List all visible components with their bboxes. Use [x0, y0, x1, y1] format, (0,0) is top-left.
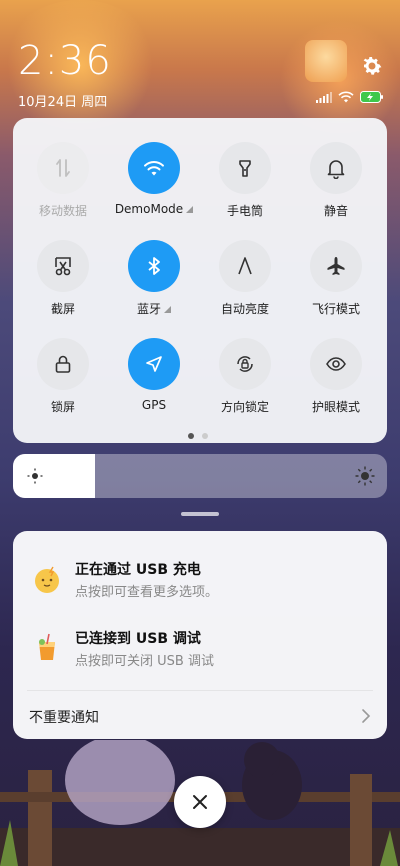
tile-label: 护眼模式: [311, 400, 360, 414]
settings-gear-icon[interactable]: [360, 54, 384, 78]
screenshot-scissors-icon: [55, 257, 71, 276]
tile-eye-care[interactable]: 护眼模式: [291, 338, 381, 415]
rotation-lock-toggle[interactable]: [219, 338, 271, 390]
brightness-high-icon: [355, 466, 375, 486]
divider: [27, 690, 373, 691]
page-indicator[interactable]: [188, 433, 208, 439]
gps-toggle[interactable]: [128, 338, 180, 390]
tile-label: 方向锁定: [220, 400, 269, 414]
tile-screenshot[interactable]: 截屏: [18, 240, 108, 317]
auto-brightness-toggle[interactable]: [219, 240, 271, 292]
auto-brightness-icon: [238, 257, 252, 275]
page-dot[interactable]: [202, 433, 208, 439]
tile-label: 蓝牙: [109, 300, 199, 317]
tile-label: 锁屏: [50, 400, 75, 414]
tile-label: 截屏: [50, 302, 75, 316]
tile-label: GPS: [141, 398, 167, 412]
lock-icon: [55, 355, 71, 373]
clock-time: 2:36: [18, 38, 112, 84]
juice-cup-icon: [39, 633, 55, 660]
airplane-icon: [327, 257, 345, 275]
tile-gps[interactable]: GPS: [109, 338, 199, 412]
location-arrow-icon: [146, 356, 162, 372]
flashlight-toggle[interactable]: [219, 142, 271, 194]
chevron-right-icon[interactable]: [359, 707, 373, 725]
tile-rotation-lock[interactable]: 方向锁定: [200, 338, 290, 415]
notification-usb-debugging[interactable]: 已连接到 USB 调试 点按即可关闭 USB 调试: [13, 620, 387, 680]
bluetooth-toggle[interactable]: [128, 240, 180, 292]
brightness-slider[interactable]: [13, 454, 387, 498]
tile-flashlight[interactable]: 手电筒: [200, 142, 290, 219]
mute-toggle[interactable]: [310, 142, 362, 194]
bell-icon: [327, 160, 345, 179]
status-icons: [316, 91, 384, 103]
tile-label: 静音: [323, 204, 348, 218]
tile-label: DemoMode: [109, 202, 199, 216]
close-icon: [193, 795, 207, 809]
tile-mobile-data[interactable]: 移动数据: [18, 142, 108, 219]
tile-mute[interactable]: 静音: [291, 142, 381, 219]
bluetooth-icon: [148, 257, 160, 275]
wifi-status-icon: [338, 91, 354, 103]
tile-airplane[interactable]: 飞行模式: [291, 240, 381, 317]
more-options-indicator-icon: [186, 206, 194, 213]
notification-title: 已连接到 USB 调试: [75, 631, 201, 647]
quick-settings-panel: 移动数据 DemoMode 手电筒 静音 截屏 蓝牙 自动亮度 飞行模式 锁屏 …: [13, 118, 387, 443]
lock-screen-toggle[interactable]: [37, 338, 89, 390]
battery-charging-icon: [360, 91, 383, 103]
notification-subtitle: 点按即可关闭 USB 调试: [75, 654, 214, 669]
drag-handle[interactable]: [181, 512, 219, 516]
tile-lock-screen[interactable]: 锁屏: [18, 338, 108, 415]
tile-auto-brightness[interactable]: 自动亮度: [200, 240, 290, 317]
clock-date: 10月24日 周四: [18, 95, 108, 110]
brightness-low-icon: [27, 468, 43, 484]
tile-bluetooth[interactable]: 蓝牙: [109, 240, 199, 317]
tile-wifi[interactable]: DemoMode: [109, 142, 199, 216]
close-button[interactable]: [174, 776, 226, 828]
wallpaper-lantern: [305, 40, 347, 82]
tile-label: 自动亮度: [220, 302, 269, 316]
flashlight-icon: [239, 160, 251, 177]
rotation-lock-icon: [237, 356, 253, 372]
unimportant-notifications-label[interactable]: 不重要通知: [29, 707, 99, 727]
notification-card: 正在通过 USB 充电 点按即可查看更多选项。 已连接到 USB 调试 点按即可…: [13, 531, 387, 739]
page-dot-active[interactable]: [188, 433, 194, 439]
wifi-toggle[interactable]: [128, 142, 180, 194]
tile-label: 手电筒: [226, 204, 263, 218]
eye-care-toggle[interactable]: [310, 338, 362, 390]
tile-label: 移动数据: [38, 204, 87, 218]
eye-icon: [326, 357, 346, 371]
screenshot-toggle[interactable]: [37, 240, 89, 292]
wifi-icon: [144, 161, 164, 176]
mobile-data-toggle[interactable]: [37, 142, 89, 194]
more-options-indicator-icon: [164, 306, 171, 313]
airplane-toggle[interactable]: [310, 240, 362, 292]
notification-subtitle: 点按即可查看更多选项。: [75, 585, 219, 600]
notification-title: 正在通过 USB 充电: [75, 562, 201, 578]
notification-usb-charging[interactable]: 正在通过 USB 充电 点按即可查看更多选项。: [13, 551, 387, 611]
tile-label: 飞行模式: [311, 302, 360, 316]
charging-face-icon: [35, 566, 59, 593]
mobile-data-icon: [56, 159, 70, 177]
signal-icon: [316, 91, 332, 103]
brightness-slider-fill: [13, 454, 96, 498]
